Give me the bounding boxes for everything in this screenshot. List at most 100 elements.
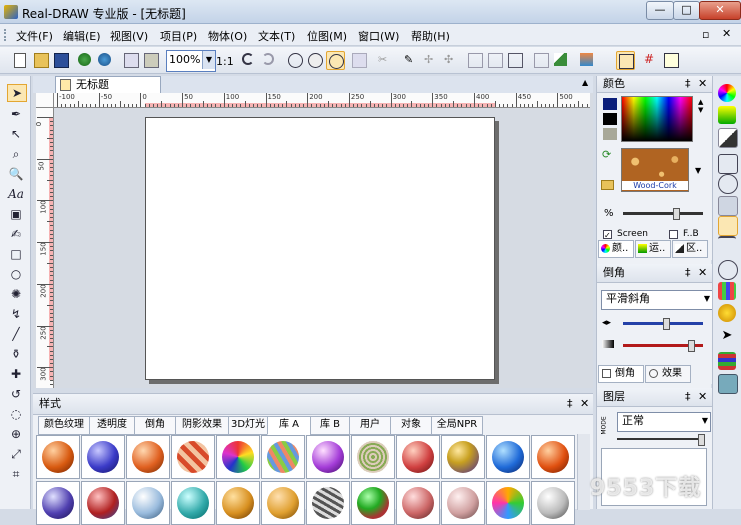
paint-icon[interactable] bbox=[578, 51, 595, 68]
node-icon[interactable]: ✣ bbox=[442, 51, 459, 68]
grid-icon[interactable]: # bbox=[642, 51, 659, 68]
light-docker-icon[interactable] bbox=[718, 304, 736, 322]
style-thumbnail[interactable] bbox=[351, 481, 395, 525]
style-thumbnail[interactable] bbox=[441, 481, 485, 525]
style-thumbnail[interactable] bbox=[306, 481, 350, 525]
copy-button[interactable] bbox=[122, 51, 139, 68]
knife-icon[interactable]: ✢ bbox=[422, 51, 439, 68]
flip-icon[interactable] bbox=[506, 51, 523, 68]
close-button[interactable]: ✕ bbox=[699, 1, 741, 20]
select-tool-icon[interactable]: ➤ bbox=[7, 84, 27, 102]
style-thumbnail[interactable] bbox=[126, 481, 170, 525]
document-tab[interactable]: 无标题 bbox=[55, 76, 161, 94]
bevel-docker-icon[interactable] bbox=[718, 154, 738, 174]
style-tab[interactable]: 库 A bbox=[267, 416, 311, 435]
open-file-button[interactable] bbox=[32, 51, 49, 68]
order2-icon[interactable] bbox=[486, 51, 503, 68]
effect-docker-icon[interactable] bbox=[718, 174, 738, 194]
style-thumbnail[interactable] bbox=[261, 481, 305, 525]
mdi-restore-icon[interactable]: ▫ bbox=[702, 28, 709, 41]
menu-file[interactable]: 文件(F) bbox=[16, 28, 53, 44]
chart-icon[interactable] bbox=[552, 51, 569, 68]
color-panel-tab-gradient[interactable]: 运.. bbox=[635, 240, 671, 258]
layer-opacity-slider-knob[interactable] bbox=[698, 434, 705, 446]
opacity-slider-track[interactable] bbox=[623, 212, 703, 215]
pin-icon[interactable]: ‡ bbox=[685, 77, 691, 90]
minimize-button[interactable]: — bbox=[646, 1, 674, 20]
style-thumbnail[interactable] bbox=[36, 481, 80, 525]
menu-project[interactable]: 项目(P) bbox=[160, 28, 197, 44]
image-tool-icon[interactable]: ▣ bbox=[7, 206, 25, 222]
export-button[interactable] bbox=[96, 51, 113, 68]
style-thumbnail[interactable] bbox=[81, 481, 125, 525]
node-edit-tool-icon[interactable]: ↖ bbox=[7, 126, 25, 142]
opacity-slider-knob[interactable] bbox=[673, 208, 680, 220]
texture-preview[interactable]: Wood-Cork bbox=[621, 148, 689, 192]
menu-object[interactable]: 物体(O) bbox=[208, 28, 247, 44]
guide-icon[interactable] bbox=[662, 51, 679, 68]
style-thumbnail[interactable] bbox=[81, 435, 125, 479]
combine-icon[interactable] bbox=[326, 51, 345, 70]
align-icon[interactable] bbox=[350, 51, 367, 68]
bevel-width-slider-knob[interactable] bbox=[663, 318, 670, 330]
color-docker-icon[interactable] bbox=[718, 84, 736, 102]
line-tool-icon[interactable]: ╱ bbox=[7, 326, 25, 342]
style-thumbnail[interactable] bbox=[441, 435, 485, 479]
style-thumbnail[interactable] bbox=[396, 481, 440, 525]
style-tab[interactable]: 对象 bbox=[390, 416, 432, 435]
gradient-docker-icon[interactable] bbox=[718, 106, 736, 124]
style-thumbnail[interactable] bbox=[351, 435, 395, 479]
color-spectrum[interactable] bbox=[621, 96, 693, 142]
bevel-type-select[interactable]: 平滑斜角 ▼ bbox=[601, 290, 713, 310]
pin-icon[interactable]: ‡ bbox=[567, 397, 573, 410]
menu-edit[interactable]: 编辑(E) bbox=[63, 28, 101, 44]
style-thumbnail[interactable] bbox=[171, 481, 215, 525]
style-tab[interactable]: 库 B bbox=[310, 416, 350, 435]
transform-tool-icon[interactable]: ⤢ bbox=[7, 446, 25, 462]
foreground-swatch[interactable] bbox=[603, 98, 617, 110]
star-tool-icon[interactable]: ✺ bbox=[7, 286, 25, 302]
line-docker-icon[interactable] bbox=[718, 236, 736, 256]
scissors-icon[interactable]: ✂ bbox=[376, 51, 393, 68]
color-panel-tab-region[interactable]: 区.. bbox=[672, 240, 708, 258]
style-thumbnail[interactable] bbox=[216, 435, 260, 479]
style-tab[interactable]: 透明度 bbox=[89, 416, 135, 435]
style-thumbnail[interactable] bbox=[216, 481, 260, 525]
style-thumbnail[interactable] bbox=[531, 435, 575, 479]
pin-icon[interactable]: ‡ bbox=[685, 266, 691, 279]
layer-opacity-slider-track[interactable] bbox=[617, 438, 703, 440]
fill-checkbox[interactable] bbox=[669, 230, 678, 239]
effect-tab[interactable]: 效果 bbox=[645, 365, 691, 383]
frame-icon[interactable] bbox=[532, 51, 549, 68]
color-panel-tab-color[interactable]: 颜.. bbox=[598, 240, 634, 258]
style-tab[interactable]: 3D灯光 bbox=[228, 416, 268, 435]
save-button[interactable] bbox=[52, 51, 69, 68]
open-texture-icon[interactable] bbox=[601, 180, 614, 190]
cursor-docker-icon[interactable]: ➤ bbox=[718, 328, 736, 346]
close-icon[interactable]: ✕ bbox=[580, 397, 589, 410]
style-thumbnail[interactable] bbox=[126, 435, 170, 479]
zoom-tool-icon[interactable]: 🔍 bbox=[7, 166, 25, 182]
palette-docker-icon[interactable] bbox=[718, 352, 736, 370]
bevel-depth-slider-knob[interactable] bbox=[688, 340, 695, 352]
style-tab[interactable]: 用户 bbox=[349, 416, 391, 435]
style-thumbnail[interactable] bbox=[261, 435, 305, 479]
style-thumbnail[interactable] bbox=[396, 435, 440, 479]
texture-dropdown-icon[interactable]: ▼ bbox=[695, 166, 701, 175]
brush-tool-icon[interactable]: ✍ bbox=[7, 226, 25, 242]
style-thumbnail[interactable] bbox=[486, 435, 530, 479]
swatches-docker-icon[interactable] bbox=[718, 282, 736, 300]
spectrum-scroll-up[interactable]: ▲ bbox=[698, 98, 703, 106]
style-thumbnail[interactable] bbox=[36, 435, 80, 479]
rectangle-tool-icon[interactable]: □ bbox=[7, 246, 25, 262]
style-tab[interactable]: 阴影效果 bbox=[175, 416, 229, 435]
brush-docker-icon[interactable] bbox=[718, 216, 738, 236]
style-thumbnail[interactable] bbox=[531, 481, 575, 525]
warp-tool-icon[interactable]: ◌ bbox=[7, 406, 25, 422]
crop-tool-icon[interactable]: ⌗ bbox=[7, 466, 25, 482]
actual-size-button[interactable]: 1:1 bbox=[216, 55, 234, 68]
mdi-close-icon[interactable]: ✕ bbox=[722, 27, 731, 40]
drawing-page[interactable] bbox=[145, 117, 495, 380]
object-docker-icon[interactable] bbox=[718, 374, 738, 394]
style-tab[interactable]: 颜色纹理 bbox=[38, 416, 90, 435]
